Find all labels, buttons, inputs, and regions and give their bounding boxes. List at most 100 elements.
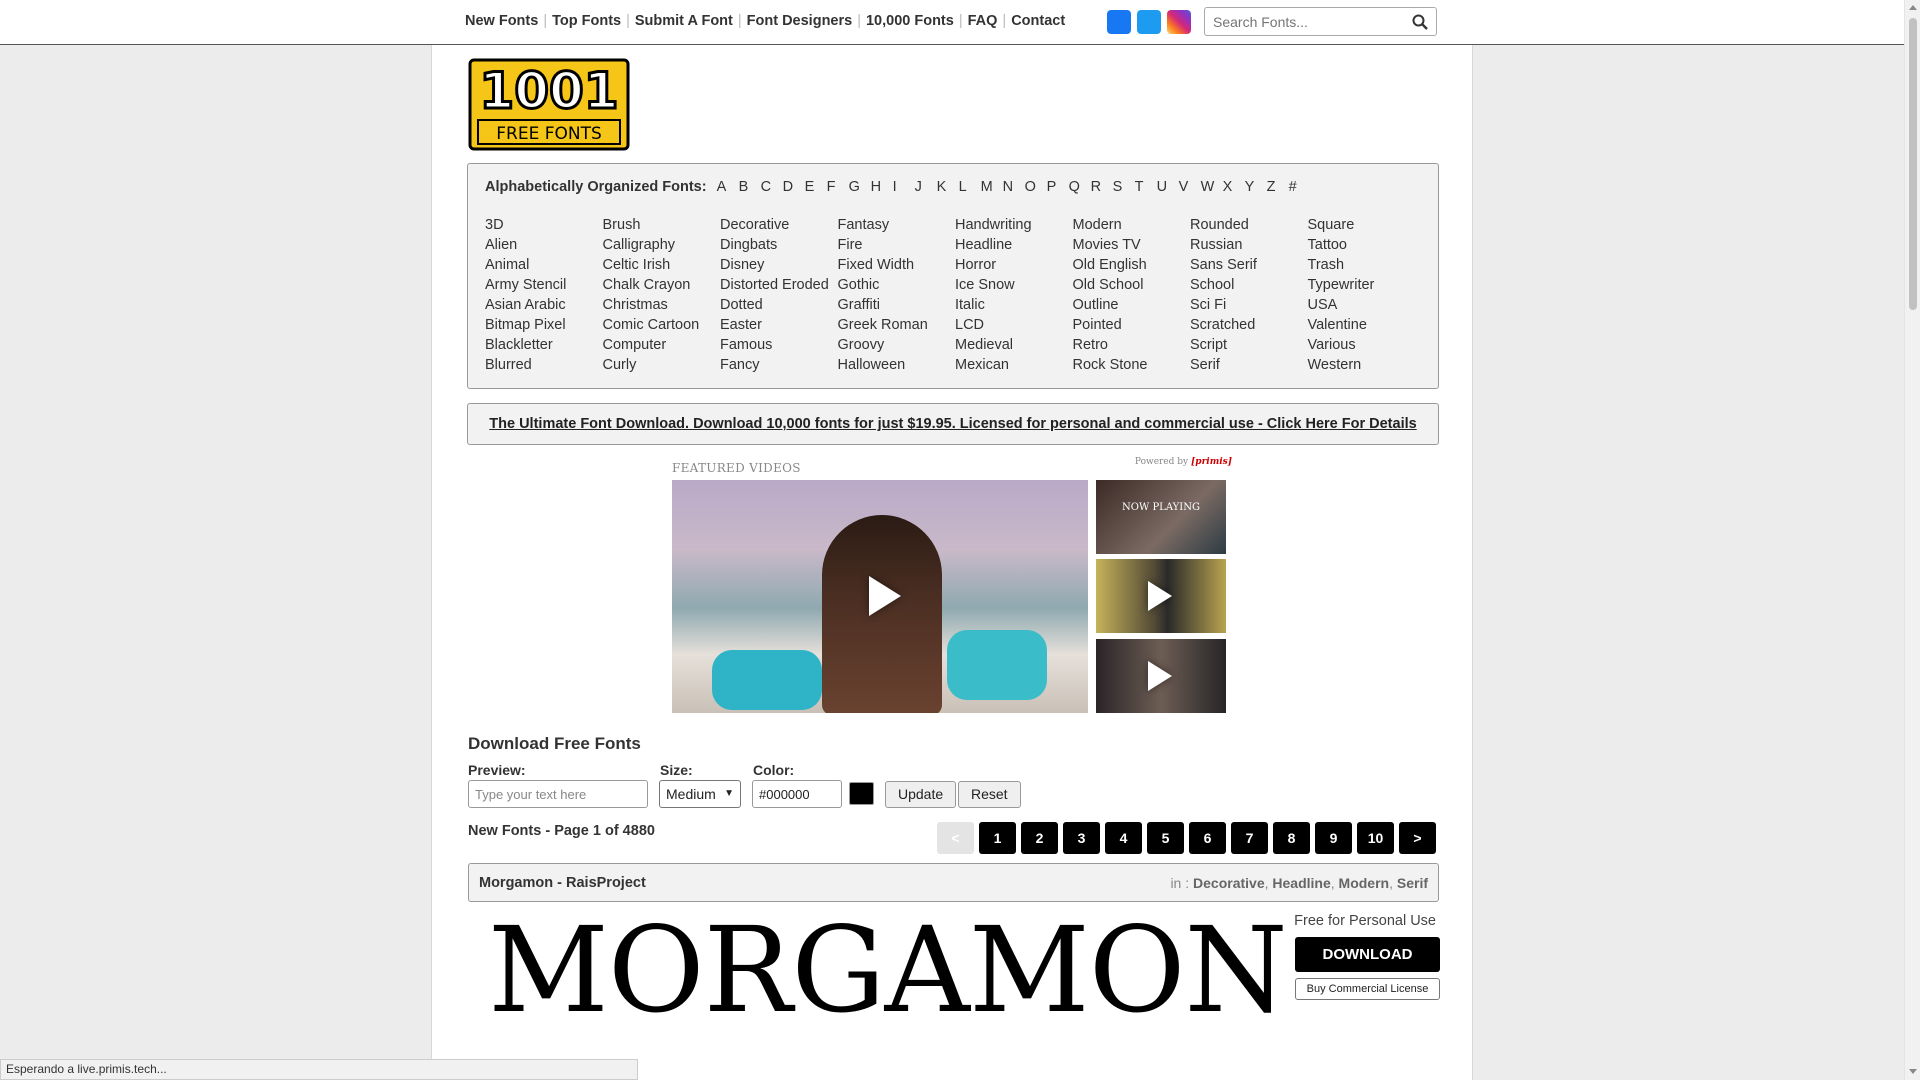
category-link[interactable]: Fixed Width (838, 255, 956, 275)
nav-top-fonts[interactable]: Top Fonts (552, 13, 621, 29)
category-link[interactable]: Retro (1073, 335, 1191, 355)
category-link[interactable]: Rounded (1190, 215, 1308, 235)
letter-link[interactable]: P (1047, 179, 1069, 195)
category-link[interactable]: Russian (1190, 235, 1308, 255)
color-input[interactable] (752, 780, 842, 808)
preview-text-input[interactable] (468, 780, 648, 808)
category-link[interactable]: Modern (1073, 215, 1191, 235)
category-link[interactable]: Fantasy (838, 215, 956, 235)
letter-link[interactable]: F (827, 179, 849, 195)
letter-link[interactable]: J (915, 179, 937, 195)
category-link[interactable]: USA (1308, 295, 1426, 315)
letter-link[interactable]: M (981, 179, 1003, 195)
category-link[interactable]: Animal (485, 255, 603, 275)
category-link[interactable]: Army Stencil (485, 275, 603, 295)
page-button[interactable]: 9 (1315, 822, 1352, 854)
scroll-up-icon[interactable] (1909, 5, 1917, 10)
letter-link[interactable]: A (717, 179, 739, 195)
category-link[interactable]: Rock Stone (1073, 355, 1191, 375)
category-link[interactable]: Medieval (955, 335, 1073, 355)
category-link[interactable]: 3D (485, 215, 603, 235)
category-link[interactable]: Western (1308, 355, 1426, 375)
category-link[interactable]: Graffiti (838, 295, 956, 315)
category-link[interactable]: Mexican (955, 355, 1073, 375)
download-button[interactable]: DOWNLOAD (1295, 937, 1440, 972)
category-link[interactable]: Gothic (838, 275, 956, 295)
category-link[interactable]: Computer (603, 335, 721, 355)
category-link[interactable]: Distorted Eroded (720, 275, 838, 295)
promo-banner-link[interactable]: The Ultimate Font Download. Download 10,… (467, 403, 1439, 445)
category-link[interactable]: Old School (1073, 275, 1191, 295)
font-designer-link[interactable]: RaisProject (566, 875, 646, 891)
page-button[interactable]: 5 (1147, 822, 1184, 854)
search-input[interactable] (1205, 8, 1400, 35)
letter-link[interactable]: K (937, 179, 959, 195)
twitter-icon[interactable] (1137, 10, 1161, 34)
size-select[interactable]: Medium ▼ (659, 780, 741, 808)
letter-link[interactable]: Q (1069, 179, 1091, 195)
nav-10000-fonts[interactable]: 10,000 Fonts (866, 13, 954, 29)
page-button[interactable]: 10 (1357, 822, 1394, 854)
video-thumbnail[interactable] (1096, 639, 1226, 713)
category-link[interactable]: Celtic Irish (603, 255, 721, 275)
category-link[interactable]: Outline (1073, 295, 1191, 315)
category-link[interactable]: Dotted (720, 295, 838, 315)
nav-new-fonts[interactable]: New Fonts (465, 13, 538, 29)
page-button[interactable]: 4 (1105, 822, 1142, 854)
category-link[interactable]: Serif (1190, 355, 1308, 375)
update-button[interactable]: Update (885, 781, 957, 808)
category-link[interactable]: Various (1308, 335, 1426, 355)
nav-faq[interactable]: FAQ (968, 13, 998, 29)
facebook-icon[interactable] (1107, 10, 1131, 34)
category-link[interactable]: Christmas (603, 295, 721, 315)
category-link[interactable]: Alien (485, 235, 603, 255)
color-swatch[interactable] (849, 782, 874, 805)
main-video[interactable] (672, 480, 1088, 713)
reset-button[interactable]: Reset (958, 781, 1021, 808)
page-button[interactable]: 6 (1189, 822, 1226, 854)
category-link[interactable]: Sans Serif (1190, 255, 1308, 275)
letter-link[interactable]: R (1091, 179, 1113, 195)
prev-page-button[interactable]: < (937, 822, 974, 854)
category-link[interactable]: Comic Cartoon (603, 315, 721, 335)
page-scrollbar[interactable] (1904, 0, 1920, 1080)
category-link[interactable]: Greek Roman (838, 315, 956, 335)
scrollbar-thumb[interactable] (1909, 18, 1917, 310)
category-link[interactable]: Brush (603, 215, 721, 235)
video-thumbnail[interactable] (1096, 559, 1226, 633)
category-link[interactable]: LCD (955, 315, 1073, 335)
page-button[interactable]: 3 (1063, 822, 1100, 854)
scroll-down-icon[interactable] (1909, 1069, 1917, 1074)
letter-link[interactable]: E (805, 179, 827, 195)
site-logo[interactable]: 1001 FREE FONTS (468, 58, 630, 151)
video-thumbnail[interactable]: NOW PLAYING (1096, 480, 1226, 554)
category-link[interactable]: Fancy (720, 355, 838, 375)
category-link[interactable]: Square (1308, 215, 1426, 235)
category-link[interactable]: Horror (955, 255, 1073, 275)
category-link[interactable]: Easter (720, 315, 838, 335)
letter-link[interactable]: U (1157, 179, 1179, 195)
page-button[interactable]: 1 (979, 822, 1016, 854)
category-link[interactable]: Scratched (1190, 315, 1308, 335)
instagram-icon[interactable] (1167, 10, 1191, 34)
category-link[interactable]: Groovy (838, 335, 956, 355)
letter-link[interactable]: L (959, 179, 981, 195)
letter-link[interactable]: I (893, 179, 915, 195)
category-link[interactable]: Tattoo (1308, 235, 1426, 255)
page-button[interactable]: 7 (1231, 822, 1268, 854)
nav-submit-font[interactable]: Submit A Font (635, 13, 733, 29)
font-category-link[interactable]: Serif (1397, 875, 1428, 891)
letter-link[interactable]: Z (1267, 179, 1289, 195)
page-button[interactable]: 2 (1021, 822, 1058, 854)
category-link[interactable]: Handwriting (955, 215, 1073, 235)
letter-link[interactable]: C (761, 179, 783, 195)
category-link[interactable]: Trash (1308, 255, 1426, 275)
nav-font-designers[interactable]: Font Designers (747, 13, 853, 29)
letter-link[interactable]: O (1025, 179, 1047, 195)
letter-link[interactable]: H (871, 179, 893, 195)
font-preview-image[interactable]: MORGAMON (488, 905, 1288, 1035)
font-category-link[interactable]: Decorative (1193, 875, 1265, 891)
buy-commercial-license-button[interactable]: Buy Commercial License (1295, 978, 1440, 1000)
play-icon[interactable] (1148, 661, 1172, 691)
category-link[interactable]: Bitmap Pixel (485, 315, 603, 335)
